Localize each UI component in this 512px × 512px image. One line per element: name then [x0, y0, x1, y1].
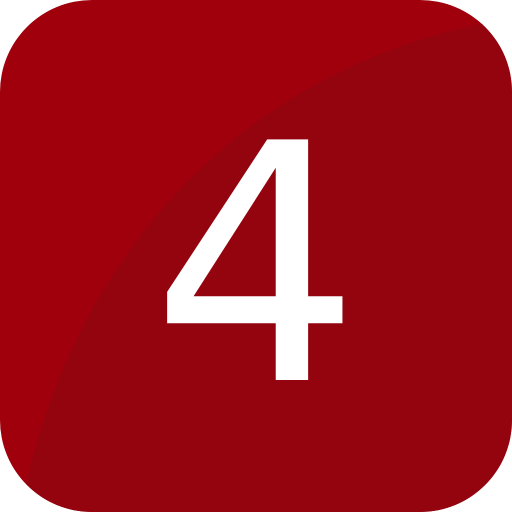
digit-four: 4	[151, 74, 361, 458]
number-four-icon: 4	[0, 0, 512, 512]
